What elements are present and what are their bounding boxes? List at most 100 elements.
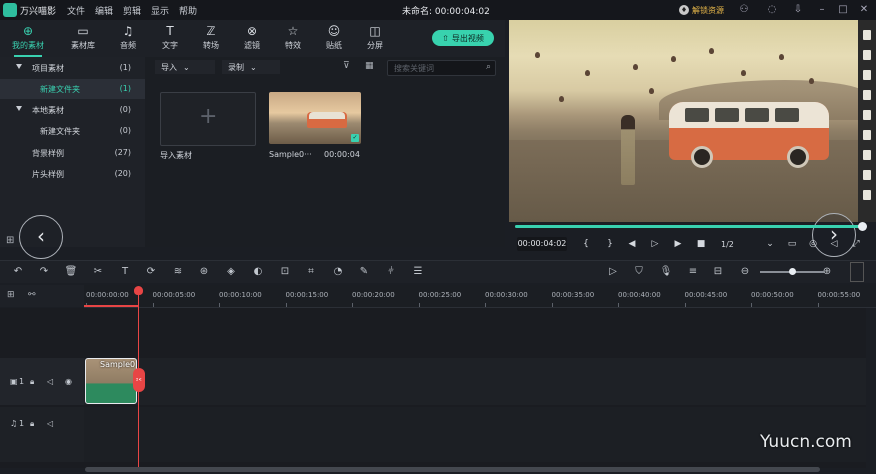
text-tool-icon[interactable]: T: [117, 264, 133, 280]
tab-transition[interactable]: ℤ 转场: [191, 20, 231, 57]
delete-icon[interactable]: 🗑: [63, 264, 79, 280]
pen-icon[interactable]: ✎: [356, 264, 372, 280]
step-icon[interactable]: ▷: [648, 237, 662, 251]
search-input[interactable]: 搜索关键词 ⌕: [387, 60, 496, 76]
tab-effects[interactable]: ☆ 特效: [273, 20, 313, 57]
voiceover-icon[interactable]: ≡: [685, 264, 701, 280]
ruler-tick-mark: [817, 303, 819, 307]
import-dropdown[interactable]: 导入 ⌄: [155, 60, 215, 74]
expand-triangle-icon[interactable]: [16, 106, 22, 111]
import-media-tile[interactable]: +: [160, 92, 256, 146]
tree-item-intro-samples[interactable]: 片头样例 (20): [0, 164, 145, 184]
fullscreen-icon[interactable]: ⤢: [849, 237, 863, 251]
tree-item-local-media[interactable]: 本地素材 (0): [0, 100, 145, 120]
user-icon[interactable]: ⚇: [737, 3, 751, 17]
message-icon[interactable]: ◌: [765, 3, 779, 17]
volume-icon[interactable]: ◁: [827, 237, 841, 251]
play-icon[interactable]: ▶: [671, 237, 685, 251]
timeline-scrollbar[interactable]: [85, 467, 820, 472]
export-video-button[interactable]: ⇧ 导出视频: [432, 30, 494, 46]
subtitle-icon[interactable]: ⊟: [710, 264, 726, 280]
timeline-ruler[interactable]: 00:00:00:00 00:00:05:00 00:00:10:00 00:00:1…: [84, 285, 876, 308]
mark-in-icon[interactable]: {: [579, 237, 593, 251]
menu-view[interactable]: 显示: [151, 4, 169, 17]
close-icon[interactable]: ✕: [857, 3, 871, 17]
shield-icon[interactable]: ⛉: [631, 264, 647, 280]
speed-icon[interactable]: ⟳: [143, 264, 159, 280]
tree-item-new-folder-local[interactable]: 新建文件夹 (0): [0, 121, 145, 141]
video-clip[interactable]: Sample0: [85, 358, 137, 404]
mark-out-icon[interactable]: }: [603, 237, 617, 251]
filter-icon[interactable]: ⊽: [343, 61, 350, 71]
media-thumbnail-sample[interactable]: ✓: [269, 92, 361, 144]
new-folder-icon[interactable]: ⊞: [6, 235, 14, 246]
panel-toggle-icon[interactable]: [850, 262, 864, 282]
tab-text[interactable]: T 文字: [150, 20, 190, 57]
ruler-tick-mark: [352, 303, 353, 307]
reverse-icon[interactable]: ⊛: [196, 264, 212, 280]
lock-icon[interactable]: 🔒︎: [30, 419, 34, 429]
prev-frame-icon[interactable]: ◀: [625, 237, 639, 251]
player-timecode[interactable]: 00:00:04:02: [517, 237, 567, 251]
video-preview[interactable]: [509, 20, 858, 222]
menu-clip[interactable]: 剪辑: [123, 4, 141, 17]
minimize-icon[interactable]: –: [815, 3, 829, 17]
eye-icon[interactable]: ◉: [65, 377, 72, 386]
split-screen-tool-icon[interactable]: ⫩: [383, 264, 399, 280]
audio-wave-icon[interactable]: ≋: [170, 264, 186, 280]
add-track-icon[interactable]: ⊞: [7, 290, 15, 300]
download-icon[interactable]: ⇩: [791, 3, 805, 17]
playhead-handle[interactable]: [134, 286, 143, 295]
lock-icon[interactable]: 🔒︎: [30, 377, 34, 387]
menu-edit[interactable]: 编辑: [95, 4, 113, 17]
tab-filter[interactable]: ⊗ 滤镜: [232, 20, 272, 57]
expand-triangle-icon[interactable]: [16, 64, 22, 69]
record-dropdown[interactable]: 录制 ⌄: [222, 60, 280, 74]
transition-icon: ℤ: [206, 24, 216, 38]
tab-audio[interactable]: ♫ 音频: [108, 20, 148, 57]
playhead[interactable]: [134, 286, 143, 467]
scrubber-handle[interactable]: [858, 222, 867, 231]
maximize-icon[interactable]: □: [836, 3, 850, 17]
playback-scrubber[interactable]: [515, 222, 867, 231]
stop-icon[interactable]: ■: [694, 237, 708, 251]
quality-dropdown[interactable]: 1/2: [721, 240, 734, 249]
crop-zoom-icon[interactable]: ⊡: [277, 264, 293, 280]
speedometer-icon[interactable]: ◔: [330, 264, 346, 280]
tab-splitscreen[interactable]: ◫ 分屏: [355, 20, 395, 57]
microphone-icon[interactable]: 🎙: [658, 264, 674, 280]
zoom-slider-handle[interactable]: [788, 268, 796, 275]
chevron-down-icon[interactable]: ⌄: [763, 237, 777, 251]
color-icon[interactable]: ◐: [250, 264, 266, 280]
nav-prev-button[interactable]: ‹: [19, 215, 63, 259]
tab-library[interactable]: ▭ 素材库: [63, 20, 103, 57]
chevron-down-icon: ⌄: [183, 62, 190, 72]
speaker-icon[interactable]: ◁: [47, 419, 53, 428]
cut-icon[interactable]: ✂: [90, 264, 106, 280]
tab-my-media[interactable]: ⊕ 我的素材: [8, 20, 48, 57]
render-icon[interactable]: ▷: [605, 264, 621, 280]
adjust-icon[interactable]: ☰: [410, 264, 426, 280]
tree-item-new-folder[interactable]: 新建文件夹 (1): [0, 79, 145, 99]
ruler-tick-label: 00:00:15:00: [285, 291, 329, 299]
zoom-out-icon[interactable]: ⊖: [737, 264, 753, 280]
undo-icon[interactable]: ↶: [10, 264, 26, 280]
crop-icon[interactable]: ⌗: [303, 264, 319, 280]
speaker-icon[interactable]: ◁: [47, 377, 53, 386]
redo-icon[interactable]: ↷: [36, 264, 52, 280]
zoom-slider[interactable]: [760, 268, 824, 275]
keyframe-icon[interactable]: ◈: [223, 264, 239, 280]
grid-view-icon[interactable]: ▦: [365, 61, 374, 71]
tree-item-background-samples[interactable]: 背景样例 (27): [0, 143, 145, 163]
monitor-icon[interactable]: ▭: [785, 237, 799, 251]
menu-help[interactable]: 帮助: [179, 4, 197, 17]
menu-file[interactable]: 文件: [67, 4, 85, 17]
link-icon[interactable]: ⚯: [28, 290, 36, 300]
audio-track-lane[interactable]: [84, 407, 866, 462]
tree-item-project-media[interactable]: 项目素材 (1): [0, 58, 145, 78]
snapshot-icon[interactable]: ◎: [806, 237, 820, 251]
video-track-lane[interactable]: [84, 358, 866, 405]
unlock-resources-button[interactable]: ♦ 解锁资源: [677, 3, 726, 17]
tab-stickers[interactable]: ☺ 贴纸: [314, 20, 354, 57]
split-scissors-icon[interactable]: ✂: [133, 368, 145, 392]
